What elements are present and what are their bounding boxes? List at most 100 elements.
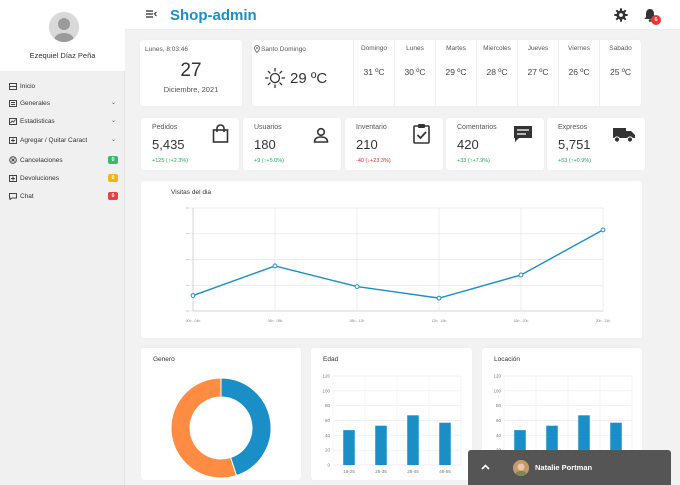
forecast-day: Sabado 25 ºC (599, 40, 641, 106)
date-time-label: Lunes, 8:03:46 (145, 46, 189, 53)
chart-icon (8, 117, 17, 125)
current-temperature: 29 ºC (290, 70, 328, 87)
age-bar-chart: 0 20 40 60 80 100 120 18-25 25-35 35-45 45-55 (322, 374, 462, 474)
gear-icon[interactable] (614, 8, 628, 27)
sidebar-item-generales[interactable]: Generales ⌄ (0, 95, 125, 111)
forecast-day: Lunes 30 ºC (394, 40, 435, 106)
age-chart-card: Edad 0 20 40 60 80 100 120 18-25 25-35 35-45 45-55 (311, 348, 472, 480)
stat-change: -40 (↓+23.3%) (356, 158, 391, 164)
stat-label: Usuarios (254, 124, 282, 131)
y-tick-label: 100 (493, 388, 501, 393)
forecast-day: Martes 29 ºC (435, 40, 476, 106)
stat-card-comentarios[interactable]: Comentarios 420 +33 (↑+7.9%) (446, 118, 544, 170)
x-tick-label: 00h - 04h (186, 319, 201, 323)
stat-card-inventario[interactable]: Inventario 210 -40 (↓+23.3%) (345, 118, 443, 170)
stat-change: +9 (↑+5.0%) (254, 158, 284, 164)
x-tick-label: 20h - 24h (596, 319, 611, 323)
chevron-down-icon: ⌄ (110, 118, 116, 124)
menu-toggle-icon[interactable] (146, 10, 157, 21)
stat-change: +53 (↑+0.9%) (558, 158, 592, 164)
sidebar-item-label: Cancelaciones (20, 156, 63, 164)
stat-value: 5,751 (558, 137, 591, 152)
weather-city: Santo Domingo (261, 46, 306, 53)
sidebar-item-agregar-quitar[interactable]: Agregar / Quitar Caract ⌄ (0, 132, 125, 148)
data-point (436, 295, 442, 301)
forecast-day-name: Martes (446, 45, 466, 52)
notification-badge: 6 (651, 15, 661, 25)
stat-label: Expresos (558, 124, 588, 131)
x-tick-label: 12h - 16h (432, 319, 447, 323)
data-point (600, 227, 606, 233)
user-avatar[interactable] (49, 12, 79, 42)
profile-panel: Ezequiel Díaz Peña (0, 0, 125, 71)
top-header: Shop-admin 6 (125, 0, 680, 30)
sidebar-item-devoluciones[interactable]: Devoluciones 0 (0, 170, 125, 186)
stat-value: 5,435 (152, 137, 185, 152)
chat-icon (8, 192, 17, 200)
stat-value: 210 (356, 137, 378, 152)
y-tick-label: 40 (325, 433, 331, 438)
list-icon (8, 99, 17, 107)
bar (407, 415, 419, 465)
y-tick-label: 60 (496, 418, 502, 423)
bar (375, 425, 387, 465)
forecast-day-temp: 31 ºC (363, 67, 385, 77)
series-line (192, 229, 604, 299)
forecast-day-temp: 30 ºC (404, 67, 426, 77)
return-icon (8, 174, 17, 182)
stat-card-usuarios[interactable]: Usuarios 180 +9 (↑+5.0%) (243, 118, 341, 170)
x-tick-label: 04h - 08h (268, 319, 283, 323)
visits-line-chart: 00h - 04h 04h - 08h 08h - 12h 12h - 16h 16h … (186, 207, 611, 323)
stat-value: 180 (254, 137, 276, 152)
stat-card-expresos[interactable]: Expresos 5,751 +53 (↑+0.9%) (547, 118, 645, 170)
stat-change: +33 (↑+7.9%) (457, 158, 491, 164)
sidebar-item-cancelaciones[interactable]: Cancelaciones 0 (0, 152, 125, 168)
shopping-bag-icon (212, 124, 229, 148)
stat-label: Inventario (356, 124, 387, 131)
weather-card: Santo Domingo 29 ºC Domingo 31 ºC Lunes … (252, 40, 641, 106)
y-tick-label: 120 (322, 374, 330, 379)
x-tick-label: 16h - 20h (514, 319, 529, 323)
truck-icon (612, 126, 636, 148)
date-month-year: Diciembre, 2021 (163, 85, 219, 94)
user-icon (313, 127, 329, 148)
comment-icon (513, 125, 533, 148)
sidebar-item-label: Agregar / Quitar Caract (20, 136, 88, 144)
stat-label: Comentarios (457, 124, 497, 131)
status-badge: 0 (108, 174, 118, 182)
x-tick-label: 18-25 (343, 469, 355, 474)
sidebar-item-inicio[interactable]: Inicio (0, 78, 125, 94)
sidebar-item-chat[interactable]: Chat 0 (0, 188, 125, 204)
stat-value: 420 (457, 137, 479, 152)
forecast-day-name: Lunes (406, 45, 424, 52)
brand-title[interactable]: Shop-admin (170, 7, 257, 24)
stat-card-pedidos[interactable]: Pedidos 5,435 +125 (↑+2.3%) (141, 118, 239, 170)
sidebar-item-label: Chat (20, 192, 34, 200)
dashboard-icon (8, 82, 17, 90)
location-pin-icon (254, 45, 260, 55)
forecast-day-name: Viernes (568, 45, 590, 52)
chevron-up-icon[interactable] (481, 463, 490, 472)
status-badge: 0 (108, 156, 118, 164)
gender-chart-card: Genero (141, 348, 301, 480)
data-point (354, 284, 360, 289)
sidebar-item-label: Inicio (20, 82, 36, 90)
chat-bar[interactable]: Natalie Portman (468, 450, 671, 485)
sidebar-item-estadisticas[interactable]: Estadisticas ⌄ (0, 113, 125, 129)
sidebar-item-label: Generales (20, 99, 50, 107)
forecast-day-temp: 26 ºC (568, 67, 590, 77)
data-point (272, 263, 278, 269)
forecast-day: Domingo 31 ºC (353, 40, 394, 106)
bar (439, 422, 451, 465)
chevron-down-icon: ⌄ (110, 100, 116, 106)
forecast-day: Miercoles 28 ºC (476, 40, 517, 106)
data-point (518, 272, 524, 278)
y-tick-label: 100 (322, 388, 330, 393)
forecast-day: Viernes 26 ºC (558, 40, 599, 106)
sidebar: Ezequiel Díaz Peña Inicio Generales ⌄ Es… (0, 0, 125, 485)
sidebar-item-label: Devoluciones (20, 174, 60, 182)
y-tick-label: 80 (496, 403, 502, 408)
date-card: Lunes, 8:03:46 27 Diciembre, 2021 (140, 40, 242, 106)
forecast-day-temp: 27 ºC (527, 67, 549, 77)
status-badge: 0 (108, 192, 118, 200)
